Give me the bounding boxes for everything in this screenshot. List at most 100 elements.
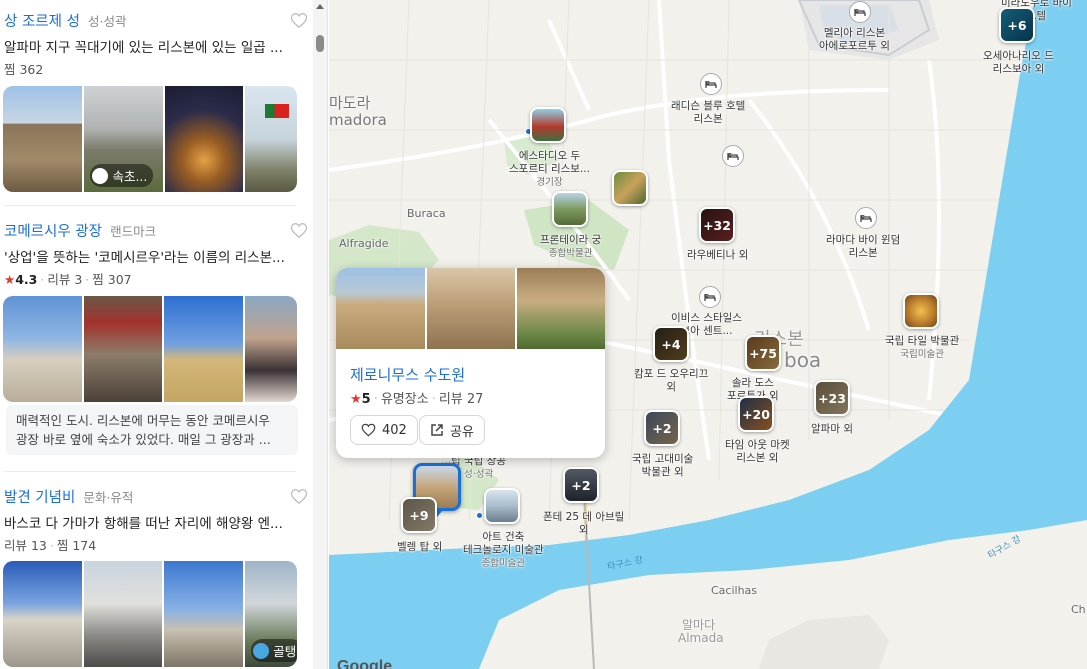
places-list-panel: 상 조르제 성 성·성곽 알파마 지구 꼭대기에 있는 리스본에 있는 일곱 .… [0,0,328,669]
photo-author-tag: 속초... [90,164,154,187]
heart-icon[interactable] [290,488,308,505]
review-snippet[interactable]: 매력적인 도시. 리스본에 머무는 동안 코메르시우 광장 바로 옆에 숙소가 … [6,405,298,455]
district-label: Ch [1071,603,1086,616]
photo[interactable] [245,296,297,402]
avatar [253,642,270,659]
place-stats: 리뷰 13 · 찜 174 [4,538,97,553]
place-stats: ★4.3 · 리뷰 3 · 찜 307 [4,272,132,287]
place-popup-card[interactable]: 제로니무스 수도원 ★5 · 유명장소 · 리뷰 27 402 공유 [336,268,605,458]
photo[interactable] [517,268,605,349]
photo[interactable] [3,86,83,192]
divider [4,471,296,472]
photo[interactable]: 골탱 [245,561,297,667]
photo-strip[interactable]: 속초... [3,86,297,192]
place-pin[interactable]: +2 [563,467,599,503]
photo[interactable] [83,296,163,402]
photo-strip[interactable] [3,296,297,402]
photo[interactable] [164,561,244,667]
photo[interactable] [3,561,82,667]
place-category: 성·성곽 [88,14,127,29]
hotel-pin[interactable] [722,145,744,167]
place-pin[interactable] [612,170,648,206]
divider [4,205,296,206]
map-place-label[interactable]: 아트 건축 테크놀로지 미술관 종합미술관 [463,531,544,570]
map-place-label[interactable]: 국립 고대미술 박물관 외 [632,453,693,479]
photo[interactable] [336,268,425,349]
place-name[interactable]: 발견 기념비 [4,490,75,506]
map-place-label[interactable]: 벨렝 탑 외 [397,541,442,554]
map-place-label[interactable]: 폰테 25 데 아브릴 외 [543,511,624,537]
hotel-pin[interactable] [699,286,721,308]
place-pin[interactable]: +4 [653,326,689,362]
bed-icon [854,9,866,16]
place-description: '상업'을 뜻하는 '코메시르우'라는 이름의 리스본... [4,250,285,266]
heart-icon [361,423,376,437]
avatar [92,167,109,184]
save-button[interactable]: 402 [350,415,418,445]
place-pin[interactable]: +6 [999,7,1035,43]
heart-icon[interactable] [290,222,308,239]
photo[interactable] [427,268,515,349]
map-place-label[interactable]: 라마다 바이 윈덤 리스본 [826,234,900,260]
place-category: 랜드마크 [110,224,157,239]
place-category: 문화·유적 [83,490,134,505]
photo-strip[interactable]: 골탱 [3,561,297,667]
star-icon: ★ [4,272,16,287]
heart-icon[interactable] [290,12,308,29]
place-description: 알파마 지구 꼭대기에 있는 리스본에 있는 일곱 ... [4,40,283,56]
hotel-pin[interactable] [700,73,722,95]
popup-photo-strip[interactable] [336,268,605,349]
share-icon [431,424,443,436]
bed-icon [704,294,716,301]
place-pin[interactable] [530,107,566,143]
hotel-pin[interactable] [849,1,871,23]
map-place-label[interactable]: 캄포 드 오우리끄 외 [634,368,708,394]
place-pin[interactable]: +9 [401,497,437,533]
bed-icon [727,153,739,160]
map-place-label[interactable]: 라우베티나 외 [687,249,748,262]
district-label: Alfragide [339,237,389,250]
photo[interactable] [245,86,297,192]
scrollbar[interactable] [313,0,327,669]
place-name[interactable]: 코메르시우 광장 [4,224,102,240]
map-place-label[interactable]: 타임 아웃 마켓 리스본 외 [725,439,790,465]
place-pin[interactable]: +23 [814,380,850,416]
hotel-pin[interactable] [855,207,877,229]
map-place-label[interactable]: 래디슨 블루 호텔 리스본 [671,100,745,126]
map-place-label[interactable]: 오세아나리오 드 리스보아 외 [983,50,1054,76]
district-label: Cacilhas [711,584,758,597]
place-pin[interactable] [903,293,939,329]
place-card[interactable]: 상 조르제 성 성·성곽 알파마 지구 꼭대기에 있는 리스본에 있는 일곱 .… [0,10,310,195]
photo[interactable] [3,296,82,402]
place-pin[interactable]: +32 [699,207,735,243]
popup-place-stats: ★5 · 유명장소 · 리뷰 27 [350,392,484,407]
place-pin[interactable] [552,191,588,227]
scroll-thumb[interactable] [316,35,324,52]
location-dot [476,512,483,519]
place-pin[interactable]: +2 [644,410,680,446]
district-label: 마도라 [329,94,371,112]
place-name[interactable]: 상 조르제 성 [4,14,80,30]
bed-icon [860,215,872,222]
share-button[interactable]: 공유 [419,415,485,445]
map-place-label[interactable]: 국립 타일 박물관 국립미술관 [885,335,959,361]
photo[interactable] [83,561,163,667]
popup-place-name[interactable]: 제로니무스 수도원 [350,364,465,385]
map-place-label[interactable]: 에스타디오 두 스포르티 리스보... 경기장 [509,150,590,189]
photo[interactable]: 속초... [84,86,163,192]
scroll-up-arrow[interactable] [316,4,324,9]
place-pin[interactable] [484,488,520,524]
map-place-label: 성·성곽 [464,469,494,480]
photo[interactable] [164,86,244,192]
map-place-label[interactable]: 멜리아 리스본 아에로포르투 외 [819,27,890,53]
map[interactable]: 마도라 madora Buraca Alfragide 리스본 boa Caci… [329,0,1087,669]
place-card[interactable]: 발견 기념비 문화·유적 바스코 다 가마가 항해를 떠난 자리에 해양왕 엔.… [0,486,310,669]
district-label: Almada [678,631,724,645]
star-icon: ★ [350,392,362,407]
place-pin[interactable]: +75 [745,335,781,371]
bed-icon [705,81,717,88]
place-pin[interactable]: +20 [738,396,774,432]
photo[interactable] [164,296,244,402]
map-place-label[interactable]: 프론테이라 궁 종합박물관 [540,234,601,260]
map-place-label[interactable]: 알파마 외 [811,423,853,436]
